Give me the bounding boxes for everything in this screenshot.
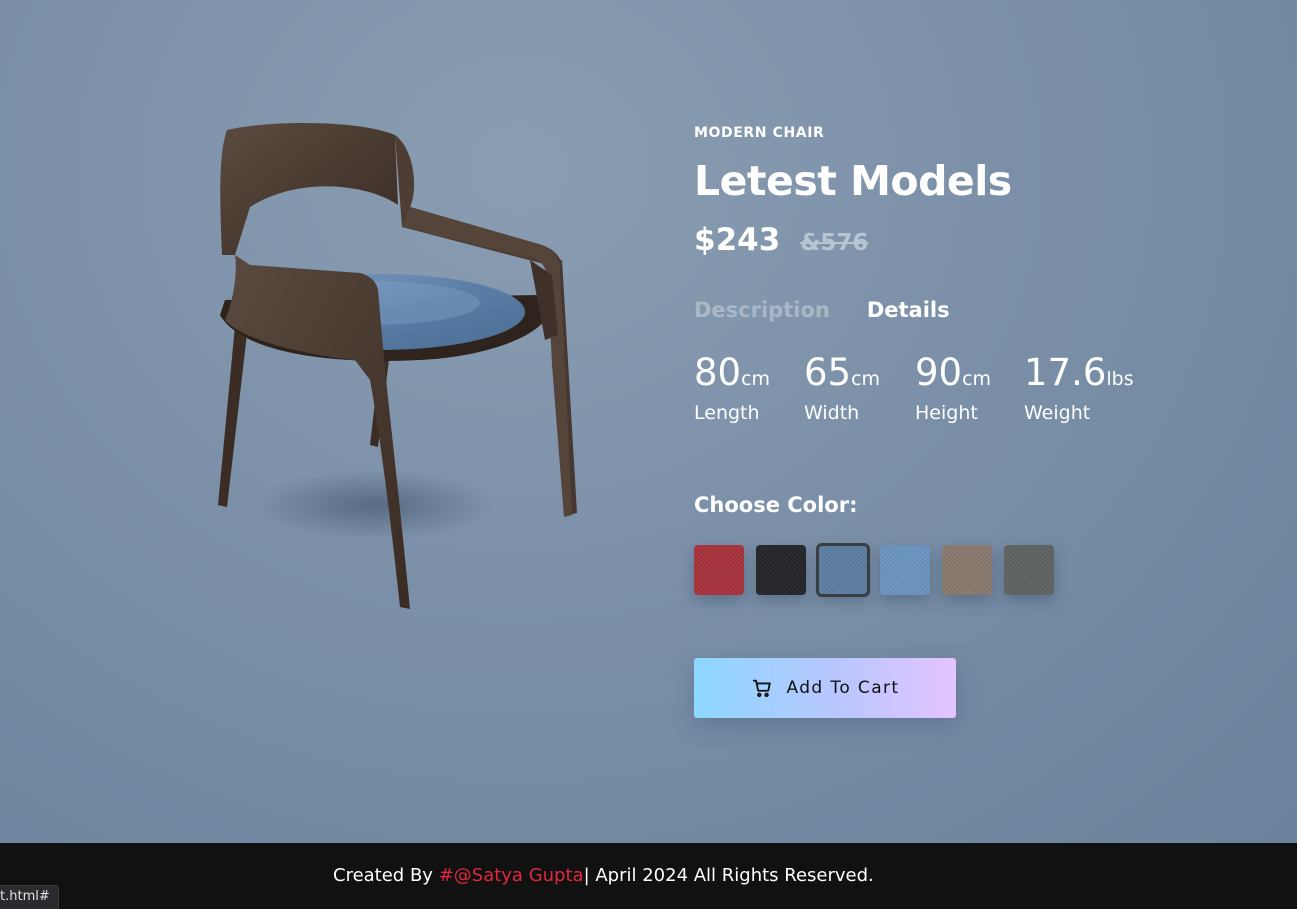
dimension-label: Height: [915, 402, 978, 424]
dimensions-list: 80cm Length 65cm Width 90cm Height 17.6l…: [694, 350, 1154, 424]
product-title: Letest Models: [694, 157, 1012, 205]
product-info: MODERN CHAIR Letest Models $243 &576 Des…: [694, 0, 1254, 843]
footer-text: Created By #@Satya Gupta| April 2024 All…: [333, 865, 874, 886]
color-swatches: [694, 543, 1054, 597]
add-to-cart-button[interactable]: Add To Cart: [694, 658, 956, 718]
info-tabs: Description Details: [694, 298, 950, 322]
color-swatch-red[interactable]: [694, 545, 744, 595]
product-subtitle: MODERN CHAIR: [694, 125, 825, 141]
dimension-value: 65: [804, 351, 852, 394]
dimension-label: Width: [804, 402, 860, 424]
dimension-label: Weight: [1024, 402, 1091, 424]
tab-description[interactable]: Description: [694, 298, 830, 322]
choose-color-heading: Choose Color:: [694, 493, 858, 517]
dimension-unit: lbs: [1106, 368, 1134, 390]
color-swatch-grey[interactable]: [1004, 545, 1054, 595]
footer-suffix: | April 2024 All Rights Reserved.: [583, 865, 874, 886]
status-bar-url: t.html#: [0, 885, 59, 909]
tab-details[interactable]: Details: [867, 298, 950, 322]
author-link[interactable]: #@Satya Gupta: [439, 865, 584, 886]
dimension-unit: cm: [851, 368, 881, 390]
footer-prefix: Created By: [333, 865, 439, 886]
footer: Created By #@Satya Gupta| April 2024 All…: [0, 843, 1297, 909]
dimension-unit: cm: [962, 368, 992, 390]
cart-icon: [752, 679, 771, 698]
current-price: $243: [694, 222, 781, 258]
dimension-weight: 17.6lbs Weight: [1024, 350, 1134, 424]
chair-image: [218, 123, 577, 609]
original-price: &576: [800, 230, 869, 256]
dimension-height: 90cm Height: [915, 350, 1004, 424]
dimension-value: 17.6: [1024, 351, 1107, 394]
color-swatch-blue-velvet[interactable]: [816, 543, 870, 597]
dimension-label: Length: [694, 402, 760, 424]
price-block: $243 &576: [694, 222, 868, 258]
color-swatch-light-blue[interactable]: [880, 545, 930, 595]
dimension-value: 90: [915, 351, 963, 394]
dimension-unit: cm: [741, 368, 771, 390]
dimension-value: 80: [694, 351, 742, 394]
dimension-length: 80cm Length: [694, 350, 784, 424]
add-to-cart-label: Add To Cart: [786, 678, 900, 698]
color-swatch-tan[interactable]: [942, 545, 992, 595]
color-swatch-black[interactable]: [756, 545, 806, 595]
dimension-width: 65cm Width: [804, 350, 895, 424]
